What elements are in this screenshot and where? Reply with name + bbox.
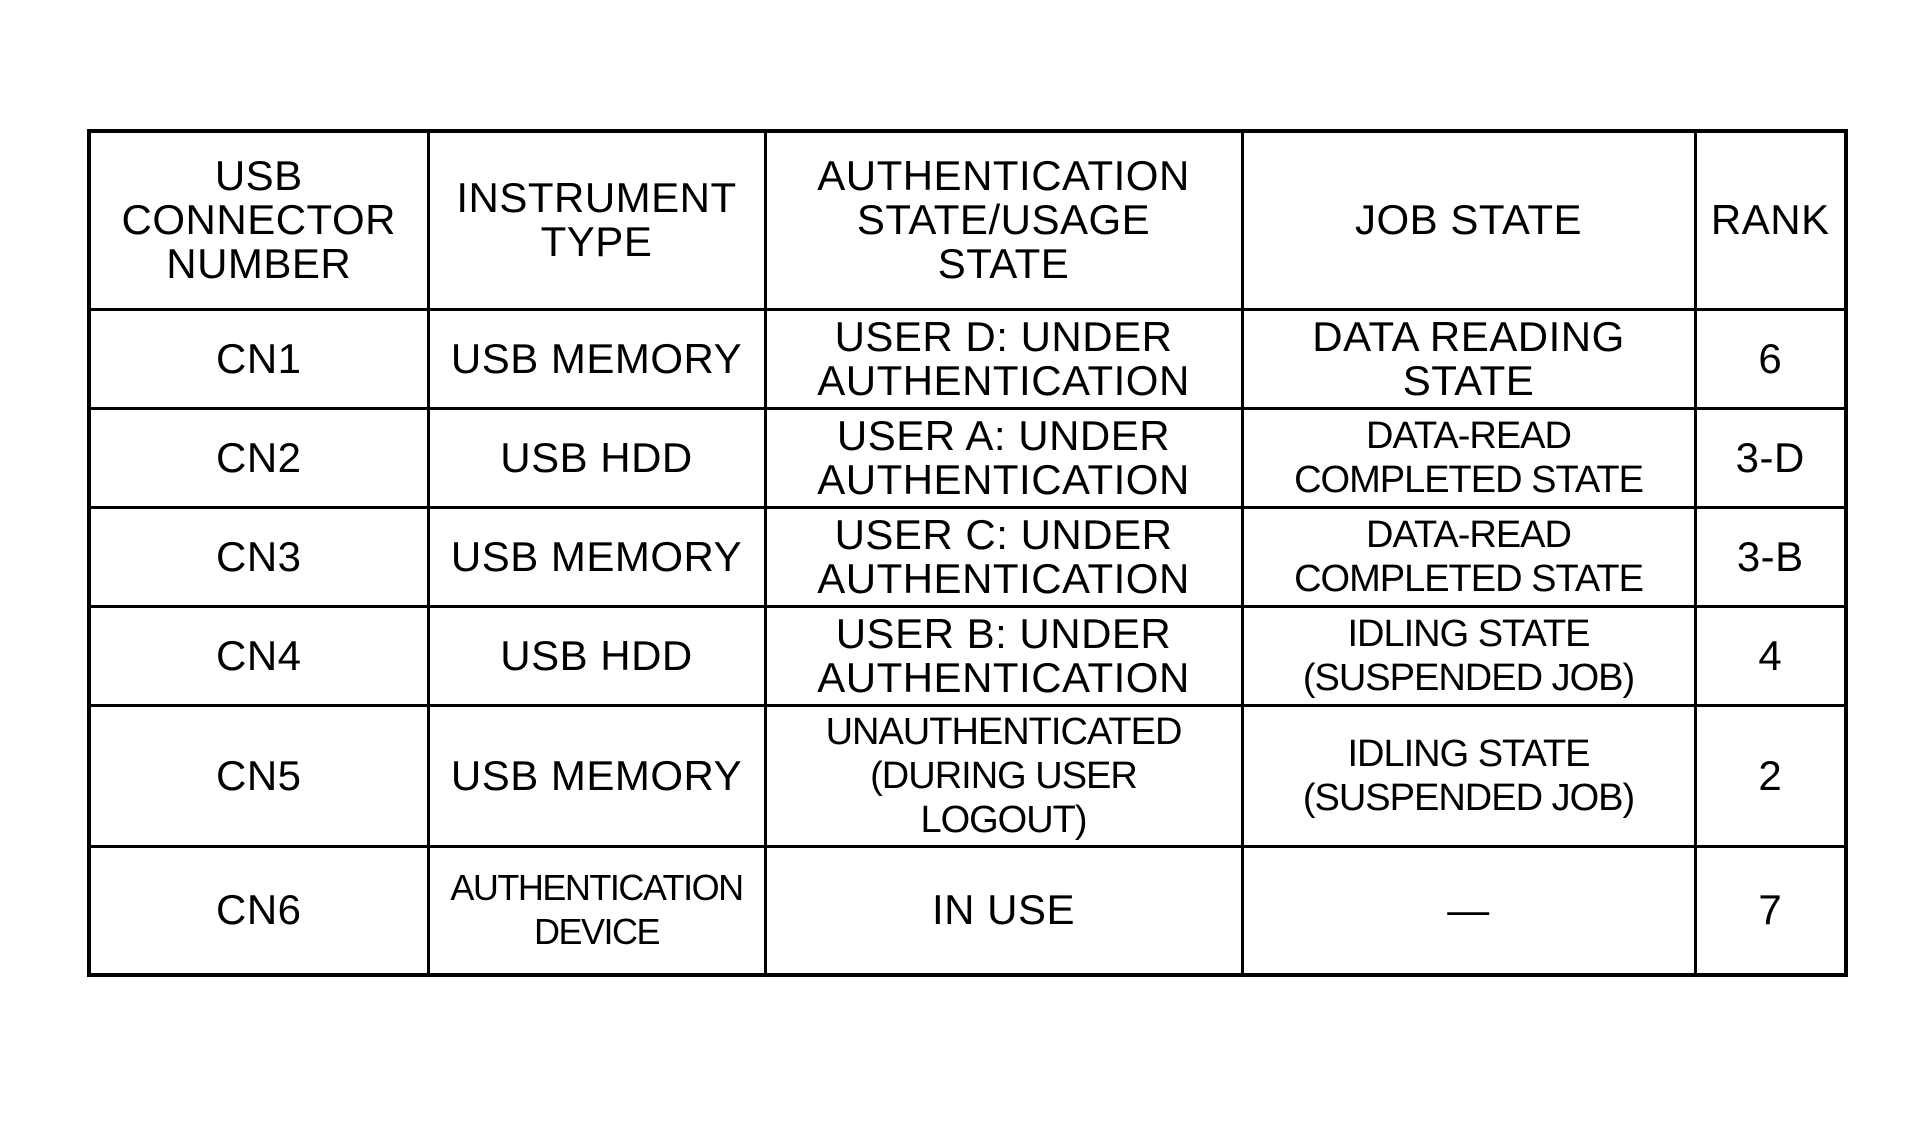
cell-instrument: USB MEMORY	[426, 703, 767, 848]
cell-auth-state: USER D: UNDER AUTHENTICATION	[763, 307, 1244, 410]
cell-connector: CN1	[87, 307, 430, 410]
cell-job-state: DATA-READ COMPLETED STATE	[1240, 505, 1697, 608]
cell-connector: CN3	[87, 505, 430, 608]
cell-rank: 6	[1693, 307, 1848, 410]
cell-auth-state: IN USE	[763, 844, 1244, 977]
table-row: CN6 AUTHENTICATION DEVICE IN USE — 7	[87, 844, 1848, 977]
cell-auth-state: USER B: UNDER AUTHENTICATION	[763, 604, 1244, 707]
cell-job-state: IDLING STATE (SUSPENDED JOB)	[1240, 604, 1697, 707]
cell-connector: CN6	[87, 844, 430, 977]
cell-instrument: USB HDD	[426, 604, 767, 707]
table-row: CN4 USB HDD USER B: UNDER AUTHENTICATION…	[87, 604, 1848, 707]
cell-job-state: —	[1240, 844, 1697, 977]
cell-rank: 3-D	[1693, 406, 1848, 509]
cell-connector: CN5	[87, 703, 430, 848]
cell-auth-state: USER C: UNDER AUTHENTICATION	[763, 505, 1244, 608]
cell-rank: 2	[1693, 703, 1848, 848]
table-row: CN1 USB MEMORY USER D: UNDER AUTHENTICAT…	[87, 307, 1848, 410]
cell-rank: 4	[1693, 604, 1848, 707]
cell-instrument: USB HDD	[426, 406, 767, 509]
table-row: CN3 USB MEMORY USER C: UNDER AUTHENTICAT…	[87, 505, 1848, 608]
header-usb-connector-number: USB CONNECTOR NUMBER	[87, 129, 430, 311]
cell-rank: 7	[1693, 844, 1848, 977]
header-instrument-type: INSTRUMENT TYPE	[426, 129, 767, 311]
cell-instrument: AUTHENTICATION DEVICE	[426, 844, 767, 977]
cell-instrument: USB MEMORY	[426, 505, 767, 608]
cell-job-state: DATA READING STATE	[1240, 307, 1697, 410]
cell-instrument: USB MEMORY	[426, 307, 767, 410]
cell-job-state: IDLING STATE (SUSPENDED JOB)	[1240, 703, 1697, 848]
header-authentication-state: AUTHENTICATION STATE/USAGE STATE	[763, 129, 1244, 311]
header-job-state: JOB STATE	[1240, 129, 1697, 311]
cell-connector: CN4	[87, 604, 430, 707]
cell-auth-state: UNAUTHENTICATED (DURING USER LOGOUT)	[763, 703, 1244, 848]
cell-connector: CN2	[87, 406, 430, 509]
table-row: CN2 USB HDD USER A: UNDER AUTHENTICATION…	[87, 406, 1848, 509]
header-row: USB CONNECTOR NUMBER INSTRUMENT TYPE AUT…	[87, 129, 1848, 311]
header-rank: RANK	[1693, 129, 1848, 311]
table-row: CN5 USB MEMORY UNAUTHENTICATED (DURING U…	[87, 703, 1848, 848]
cell-rank: 3-B	[1693, 505, 1848, 608]
cell-job-state: DATA-READ COMPLETED STATE	[1240, 406, 1697, 509]
usb-connector-state-table: USB CONNECTOR NUMBER INSTRUMENT TYPE AUT…	[87, 129, 1848, 977]
cell-auth-state: USER A: UNDER AUTHENTICATION	[763, 406, 1244, 509]
